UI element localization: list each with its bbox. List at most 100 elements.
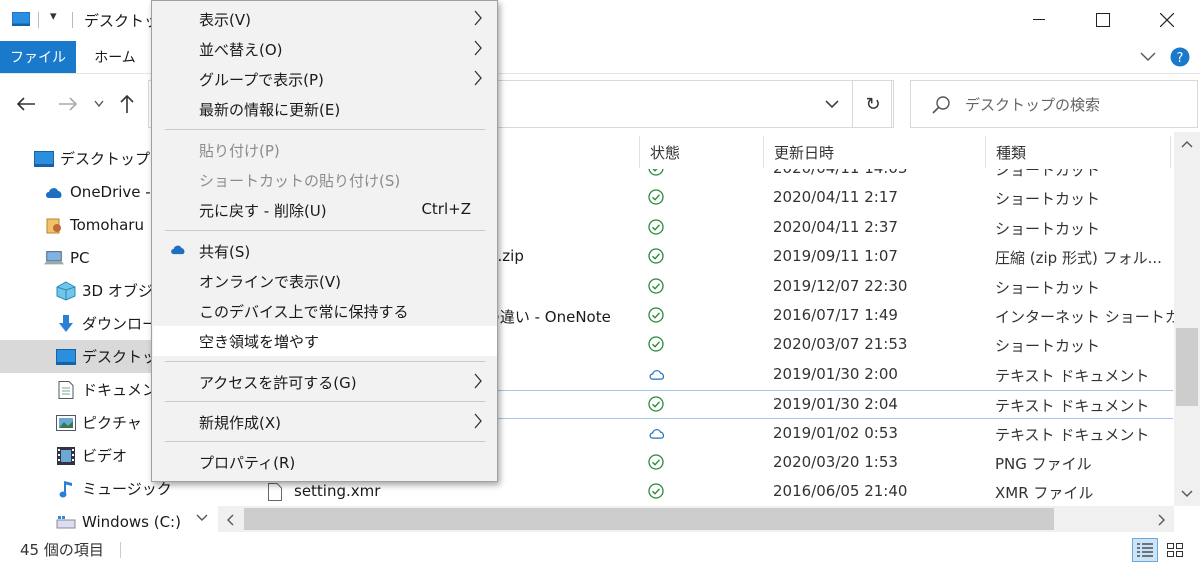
close-icon xyxy=(1160,13,1174,27)
status-bar: 45 個の項目 xyxy=(0,534,1200,564)
sidebar-scroll-down-chevron-icon[interactable] xyxy=(196,514,208,522)
sidebar-item-onedrive[interactable]: OneDrive - xyxy=(44,175,151,208)
large-icons-view-button[interactable] xyxy=(1162,538,1188,562)
ribbon-expand-chevron-icon[interactable] xyxy=(1140,52,1156,62)
column-divider xyxy=(1170,136,1171,168)
table-row[interactable]: setting.xmr 2016/06/05 21:40 XMR ファイル xyxy=(218,478,1173,507)
file-date: 2019/01/02 0:53 xyxy=(773,423,898,442)
menu-item-view-online[interactable]: オンラインで表示(V) xyxy=(153,266,497,296)
menu-item-give-access[interactable]: アクセスを許可する(G) xyxy=(153,367,497,397)
menu-item-always-keep-on-device[interactable]: このデバイス上で常に保持する xyxy=(153,296,497,326)
sidebar-item-user-folder[interactable]: Tomoharu xyxy=(44,208,144,241)
sidebar-item-videos[interactable]: ビデオ xyxy=(56,439,127,472)
tab-file[interactable]: ファイル xyxy=(0,41,76,73)
3d-objects-icon xyxy=(56,280,76,301)
tab-home[interactable]: ホーム xyxy=(82,41,148,73)
file-type: テキスト ドキュメント xyxy=(995,425,1150,444)
column-header-status[interactable]: 状態 xyxy=(650,136,680,168)
search-box[interactable]: デスクトップの検索 xyxy=(910,80,1198,128)
horizontal-scroll-thumb[interactable] xyxy=(244,508,1054,530)
sidebar-item-label: ピクチャ xyxy=(82,414,142,432)
menu-item-share[interactable]: 共有(S) xyxy=(153,236,497,266)
file-type: テキスト ドキュメント xyxy=(995,397,1150,416)
menu-item-paste[interactable]: 貼り付け(P) xyxy=(153,135,497,165)
sidebar-item-pictures[interactable]: ピクチャ xyxy=(56,406,142,439)
file-type: ショートカット xyxy=(995,190,1101,209)
synced-check-icon xyxy=(648,454,664,474)
synced-check-icon xyxy=(648,219,664,239)
menu-item-refresh[interactable]: 最新の情報に更新(E) xyxy=(153,94,497,124)
minimize-icon xyxy=(1033,19,1045,20)
menu-item-properties[interactable]: プロパティ(R) xyxy=(153,447,497,477)
file-date: 2019/01/30 2:04 xyxy=(773,395,898,414)
scroll-right-chevron-icon[interactable] xyxy=(1158,514,1166,526)
music-note-icon xyxy=(56,480,76,498)
sidebar-item-label: Windows (C:) xyxy=(82,512,181,531)
vertical-scroll-thumb[interactable] xyxy=(1176,328,1198,406)
sidebar-item-desktop-root[interactable]: デスクトップ xyxy=(34,142,150,175)
user-folder-icon xyxy=(44,216,64,234)
synced-check-icon xyxy=(648,277,664,298)
maximize-icon xyxy=(1096,13,1110,27)
file-type: 圧縮 (zip 形式) フォル... xyxy=(995,249,1162,268)
menu-item-paste-shortcut[interactable]: ショートカットの貼り付け(S) xyxy=(153,165,497,195)
synced-check-icon xyxy=(648,396,664,416)
details-view-button[interactable] xyxy=(1132,538,1158,562)
menu-item-sort[interactable]: 並べ替え(O) xyxy=(153,34,497,64)
synced-check-icon xyxy=(648,248,664,268)
file-date: 2019/01/30 2:00 xyxy=(773,364,898,383)
status-separator xyxy=(120,542,121,558)
menu-separator xyxy=(165,401,485,402)
menu-item-free-up-space[interactable]: 空き領域を増やす xyxy=(153,326,497,356)
drive-icon xyxy=(56,513,76,531)
sidebar-item-label: OneDrive - xyxy=(70,182,151,201)
menu-item-new[interactable]: 新規作成(X) xyxy=(153,407,497,437)
context-menu: 表示(V) 並べ替え(O) グループで表示(P) 最新の情報に更新(E) 貼り付… xyxy=(151,0,498,482)
back-arrow-icon[interactable] xyxy=(16,96,36,112)
quick-access-dropdown-icon[interactable]: ▾ xyxy=(50,9,57,24)
file-date: 2020/03/07 21:53 xyxy=(773,335,908,354)
sidebar-item-label: デスクトップ xyxy=(60,150,151,168)
file-icon xyxy=(268,483,282,505)
search-placeholder: デスクトップの検索 xyxy=(965,96,1101,114)
submenu-arrow-icon xyxy=(474,70,482,86)
help-icon[interactable]: ? xyxy=(1170,47,1190,67)
file-date: 2020/03/20 1:53 xyxy=(773,453,898,471)
scroll-left-chevron-icon[interactable] xyxy=(226,514,234,526)
ribbon-controls: ? xyxy=(1140,47,1190,67)
recent-locations-chevron-icon[interactable] xyxy=(94,100,104,108)
onedrive-cloud-icon xyxy=(44,183,64,201)
menu-item-view[interactable]: 表示(V) xyxy=(153,4,497,34)
synced-check-icon xyxy=(648,189,664,209)
scroll-down-chevron-icon[interactable] xyxy=(1181,490,1193,498)
menu-item-undo-delete[interactable]: 元に戻す - 削除(U) Ctrl+Z xyxy=(153,195,497,225)
forward-arrow-icon[interactable] xyxy=(58,96,78,112)
menu-separator xyxy=(165,129,485,130)
chevron-down-icon xyxy=(825,99,839,108)
up-arrow-icon[interactable] xyxy=(118,94,136,114)
file-type: XMR ファイル xyxy=(995,484,1094,503)
minimize-button[interactable] xyxy=(1016,0,1062,40)
refresh-button[interactable]: ↻ xyxy=(852,80,894,128)
address-dropdown-button[interactable] xyxy=(812,80,852,128)
submenu-arrow-icon xyxy=(474,413,482,429)
cloud-only-status-icon xyxy=(648,425,666,443)
column-header-date[interactable]: 更新日時 xyxy=(774,136,834,168)
search-icon xyxy=(932,96,950,114)
column-header-type[interactable]: 種類 xyxy=(996,136,1026,168)
menu-item-group-by[interactable]: グループで表示(P) xyxy=(153,64,497,94)
video-film-icon xyxy=(56,446,76,465)
sidebar-item-windows-c[interactable]: Windows (C:) xyxy=(56,505,181,533)
desktop-folder-icon xyxy=(12,12,30,26)
menu-shortcut: Ctrl+Z xyxy=(421,200,471,218)
vertical-scrollbar[interactable] xyxy=(1174,132,1200,506)
close-button[interactable] xyxy=(1144,0,1190,40)
synced-check-icon xyxy=(648,307,664,327)
scroll-up-chevron-icon[interactable] xyxy=(1181,140,1193,148)
menu-separator xyxy=(165,230,485,231)
sidebar-item-label: Tomoharu xyxy=(70,215,144,234)
sidebar-item-pc[interactable]: PC xyxy=(44,241,90,274)
column-divider xyxy=(763,136,764,168)
sidebar-item-label: ビデオ xyxy=(82,447,128,465)
maximize-button[interactable] xyxy=(1080,0,1126,40)
